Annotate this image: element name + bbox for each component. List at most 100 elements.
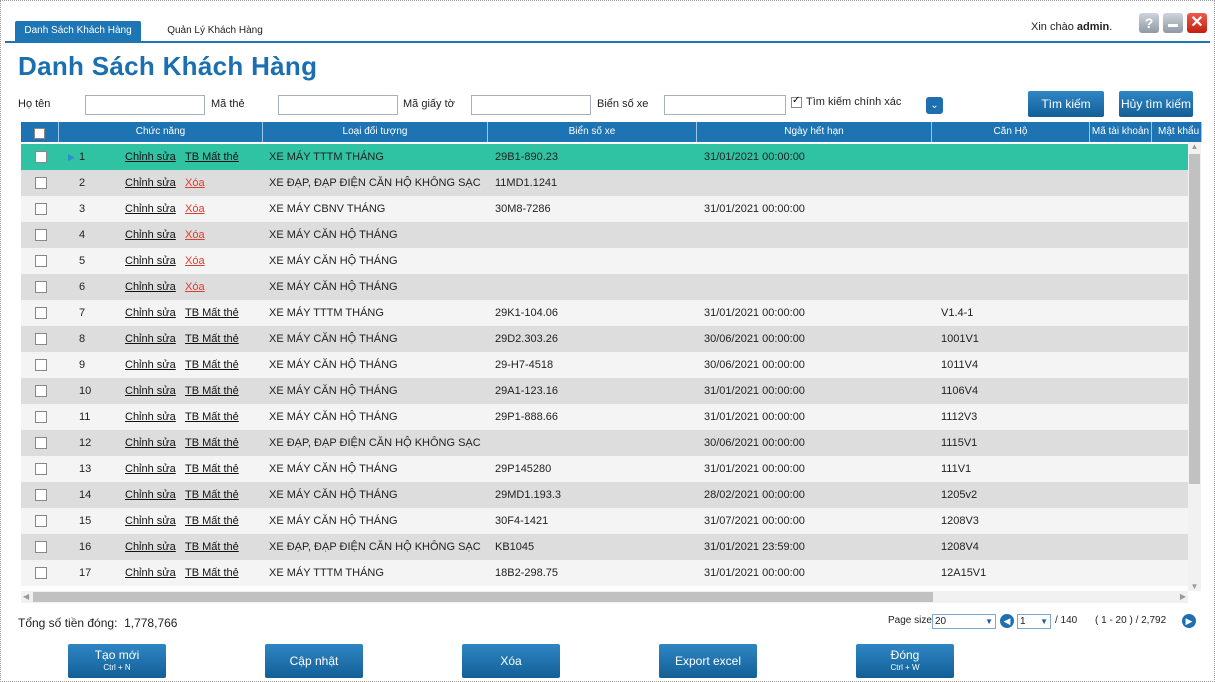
- row-checkbox[interactable]: [35, 229, 47, 241]
- report-lost-card-link[interactable]: TB Mất thẻ: [185, 352, 239, 378]
- tab-customer-management[interactable]: Quản Lý Khách Hàng: [155, 21, 275, 41]
- table-row[interactable]: 2 Chỉnh sửa Xóa XE ĐẠP, ĐẠP ĐIỆN CĂN HỘ KHÔ…: [21, 170, 1188, 196]
- plate-input[interactable]: [664, 95, 786, 115]
- edit-link[interactable]: Chỉnh sửa: [125, 352, 176, 378]
- edit-link[interactable]: Chỉnh sửa: [125, 300, 176, 326]
- document-input[interactable]: [471, 95, 591, 115]
- row-checkbox[interactable]: [35, 255, 47, 267]
- table-row[interactable]: 4 Chỉnh sửa Xóa XE MÁY CĂN HỘ THÁNG: [21, 222, 1188, 248]
- help-icon[interactable]: ?: [1139, 13, 1159, 33]
- report-lost-card-link[interactable]: TB Mất thẻ: [185, 378, 239, 404]
- table-row[interactable]: 5 Chỉnh sửa Xóa XE MÁY CĂN HỘ THÁNG: [21, 248, 1188, 274]
- edit-link[interactable]: Chỉnh sửa: [125, 274, 176, 300]
- horizontal-scrollbar[interactable]: ◀ ▶: [21, 591, 1188, 603]
- row-checkbox[interactable]: [35, 567, 47, 579]
- row-checkbox[interactable]: [35, 203, 47, 215]
- row-checkbox[interactable]: [35, 437, 47, 449]
- edit-link[interactable]: Chỉnh sửa: [125, 508, 176, 534]
- edit-link[interactable]: Chỉnh sửa: [125, 196, 176, 222]
- row-checkbox[interactable]: [35, 151, 47, 163]
- page-size-select[interactable]: 20 ▼: [932, 614, 996, 629]
- row-checkbox[interactable]: [35, 463, 47, 475]
- report-lost-card-link[interactable]: TB Mất thẻ: [185, 508, 239, 534]
- delete-link[interactable]: Xóa: [185, 248, 205, 274]
- close-button[interactable]: Đóng Ctrl + W: [856, 644, 954, 678]
- report-lost-card-link[interactable]: TB Mất thẻ: [185, 456, 239, 482]
- report-lost-card-link[interactable]: TB Mất thẻ: [185, 430, 239, 456]
- cancel-search-button[interactable]: Hủy tìm kiếm: [1119, 91, 1193, 117]
- table-row[interactable]: 11 Chỉnh sửa TB Mất thẻ XE MÁY CĂN HỘ THÁNG…: [21, 404, 1188, 430]
- table-row[interactable]: 15 Chỉnh sửa TB Mất thẻ XE MÁY CĂN HỘ THÁNG…: [21, 508, 1188, 534]
- report-lost-card-link[interactable]: TB Mất thẻ: [185, 326, 239, 352]
- table-row[interactable]: 14 Chỉnh sửa TB Mất thẻ XE MÁY CĂN HỘ THÁNG…: [21, 482, 1188, 508]
- row-checkbox[interactable]: [35, 359, 47, 371]
- edit-link[interactable]: Chỉnh sửa: [125, 430, 176, 456]
- row-checkbox[interactable]: [35, 541, 47, 553]
- edit-link[interactable]: Chỉnh sửa: [125, 170, 176, 196]
- scroll-up-icon[interactable]: ▲: [1188, 142, 1201, 151]
- edit-link[interactable]: Chỉnh sửa: [125, 534, 176, 560]
- scroll-down-icon[interactable]: ▼: [1188, 582, 1201, 591]
- select-all-checkbox[interactable]: [34, 127, 45, 139]
- row-checkbox[interactable]: [35, 515, 47, 527]
- table-row[interactable]: 12 Chỉnh sửa TB Mất thẻ XE ĐẠP, ĐẠP ĐIỆN CĂ…: [21, 430, 1188, 456]
- horizontal-scroll-thumb[interactable]: [33, 592, 933, 602]
- table-row[interactable]: 9 Chỉnh sửa TB Mất thẻ XE MÁY CĂN HỘ THÁNG 2…: [21, 352, 1188, 378]
- table-row[interactable]: 8 Chỉnh sửa TB Mất thẻ XE MÁY CĂN HỘ THÁNG 2…: [21, 326, 1188, 352]
- update-button[interactable]: Cập nhật: [265, 644, 363, 678]
- delete-link[interactable]: Xóa: [185, 222, 205, 248]
- row-checkbox[interactable]: [35, 281, 47, 293]
- report-lost-card-link[interactable]: TB Mất thẻ: [185, 534, 239, 560]
- expand-filters-icon[interactable]: ⌄: [926, 97, 943, 114]
- table-row[interactable]: 17 Chỉnh sửa TB Mất thẻ XE MÁY TTTM THÁNG 18…: [21, 560, 1188, 586]
- header-select-all[interactable]: [21, 122, 59, 142]
- previous-page-icon[interactable]: ◀: [1000, 614, 1014, 628]
- delete-link[interactable]: Xóa: [185, 196, 205, 222]
- next-page-icon[interactable]: ▶: [1182, 614, 1196, 628]
- vertical-scrollbar[interactable]: ▲ ▼: [1188, 142, 1201, 591]
- edit-link[interactable]: Chỉnh sửa: [125, 326, 176, 352]
- scroll-right-icon[interactable]: ▶: [1180, 591, 1186, 603]
- report-lost-card-link[interactable]: TB Mất thẻ: [185, 144, 239, 170]
- create-button[interactable]: Tạo mới Ctrl + N: [68, 644, 166, 678]
- header-col-type[interactable]: Loại đối tượng: [263, 122, 488, 142]
- header-col-password[interactable]: Mật khẩu: [1152, 122, 1202, 142]
- card-input[interactable]: [278, 95, 398, 115]
- search-button[interactable]: Tìm kiếm: [1028, 91, 1104, 117]
- row-checkbox[interactable]: [35, 411, 47, 423]
- header-col-account[interactable]: Mã tài khoản: [1090, 122, 1152, 142]
- edit-link[interactable]: Chỉnh sửa: [125, 560, 176, 586]
- edit-link[interactable]: Chỉnh sửa: [125, 482, 176, 508]
- export-excel-button[interactable]: Export excel: [659, 644, 757, 678]
- row-checkbox[interactable]: [35, 307, 47, 319]
- header-col-plate[interactable]: Biển số xe: [488, 122, 697, 142]
- name-input[interactable]: [85, 95, 205, 115]
- header-col-expiry[interactable]: Ngày hết hạn: [697, 122, 932, 142]
- row-checkbox[interactable]: [35, 385, 47, 397]
- row-checkbox[interactable]: [35, 333, 47, 345]
- table-row[interactable]: 3 Chỉnh sửa Xóa XE MÁY CBNV THÁNG 30M8-7286 3…: [21, 196, 1188, 222]
- report-lost-card-link[interactable]: TB Mất thẻ: [185, 482, 239, 508]
- table-row[interactable]: 6 Chỉnh sửa Xóa XE MÁY CĂN HỘ THÁNG: [21, 274, 1188, 300]
- exact-search-option[interactable]: Tìm kiếm chính xác: [791, 95, 901, 108]
- report-lost-card-link[interactable]: TB Mất thẻ: [185, 404, 239, 430]
- exact-search-checkbox[interactable]: [791, 95, 802, 108]
- delete-link[interactable]: Xóa: [185, 274, 205, 300]
- delete-button[interactable]: Xóa: [462, 644, 560, 678]
- tab-customer-list[interactable]: Danh Sách Khách Hàng: [15, 21, 141, 41]
- page-select[interactable]: 1 ▼: [1017, 614, 1051, 629]
- header-col-function[interactable]: Chức năng: [59, 122, 263, 142]
- row-checkbox[interactable]: [35, 489, 47, 501]
- header-col-apartment[interactable]: Căn Hộ: [932, 122, 1090, 142]
- table-row[interactable]: 16 Chỉnh sửa TB Mất thẻ XE ĐẠP, ĐẠP ĐIỆN CĂ…: [21, 534, 1188, 560]
- report-lost-card-link[interactable]: TB Mất thẻ: [185, 560, 239, 586]
- edit-link[interactable]: Chỉnh sửa: [125, 404, 176, 430]
- table-row[interactable]: ▶ 1 Chỉnh sửa TB Mất thẻ XE MÁY TTTM THÁNG 29…: [21, 144, 1188, 170]
- table-row[interactable]: 10 Chỉnh sửa TB Mất thẻ XE MÁY CĂN HỘ THÁNG…: [21, 378, 1188, 404]
- table-row[interactable]: 13 Chỉnh sửa TB Mất thẻ XE MÁY CĂN HỘ THÁNG…: [21, 456, 1188, 482]
- report-lost-card-link[interactable]: TB Mất thẻ: [185, 300, 239, 326]
- edit-link[interactable]: Chỉnh sửa: [125, 248, 176, 274]
- minimize-icon[interactable]: [1163, 13, 1183, 33]
- vertical-scroll-thumb[interactable]: [1189, 154, 1200, 484]
- close-icon[interactable]: ✕: [1187, 13, 1207, 33]
